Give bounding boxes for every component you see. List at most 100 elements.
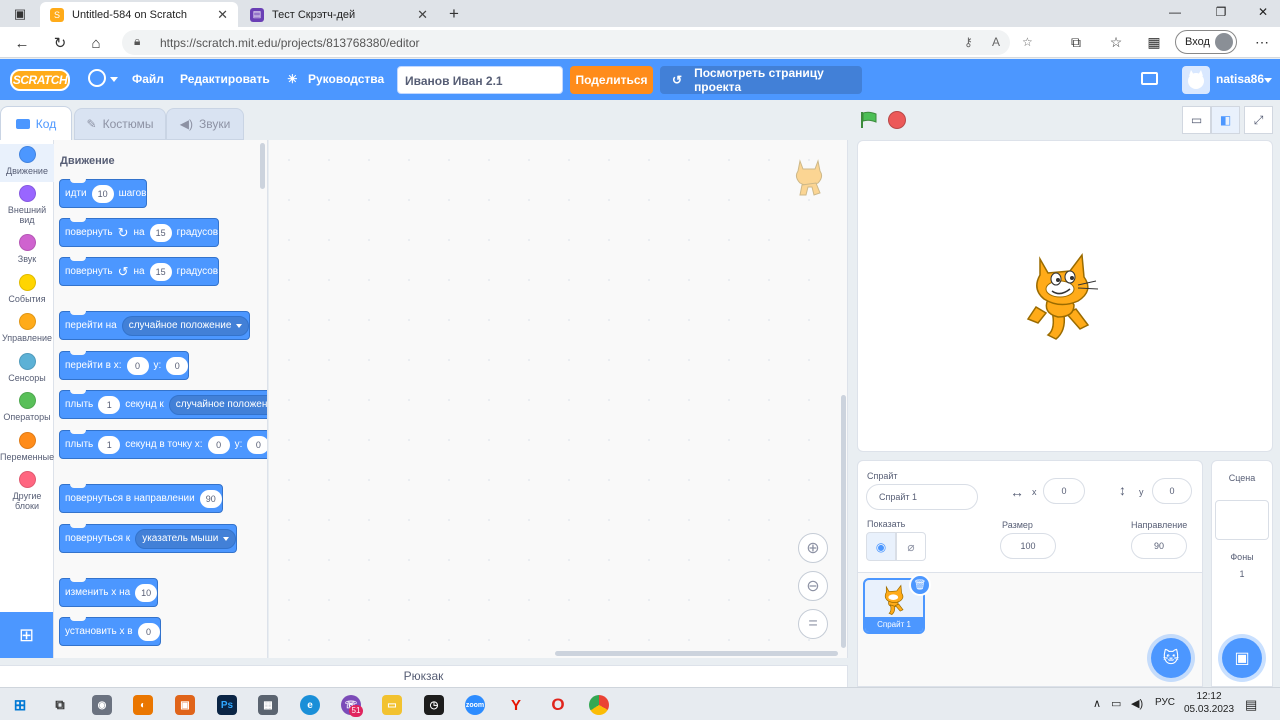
block-input[interactable]: 0 (247, 435, 267, 454)
script-area[interactable] (269, 140, 848, 658)
y-input[interactable]: 0 (1152, 478, 1192, 504)
size-input[interactable]: 100 (1000, 533, 1056, 559)
zoom-reset-button[interactable]: = (798, 609, 828, 639)
back-icon[interactable]: ← (12, 33, 32, 53)
category-control[interactable]: Управление (0, 313, 54, 343)
zoom-app-icon[interactable]: zoom (465, 695, 485, 715)
green-flag-icon[interactable] (860, 111, 878, 129)
tutorials-menu[interactable]: Руководства (308, 72, 384, 86)
block-input[interactable]: 0 (207, 435, 230, 454)
tutorials-icon[interactable]: ☀ (287, 72, 298, 86)
small-stage-button[interactable]: ▭ (1182, 106, 1211, 134)
language-globe-icon[interactable] (88, 69, 106, 87)
category-variables[interactable]: Переменные (0, 432, 54, 462)
key-icon[interactable]: ⚷ (964, 35, 973, 49)
project-title-input[interactable]: Иванов Иван 2.1 (397, 66, 563, 94)
favorite-add-icon[interactable]: ☆ (1022, 35, 1033, 49)
hide-sprite-button[interactable]: ⌀ (896, 532, 926, 561)
category-looks[interactable]: Внешний вид (0, 185, 54, 225)
browser-tab-scratch[interactable]: S Untitled-584 on Scratch ✕ (40, 2, 238, 27)
edge-browser-icon[interactable]: e (300, 695, 320, 715)
block-goto-xy[interactable]: перейти в x: 0 y: 0 (59, 351, 190, 380)
file-menu[interactable]: Файл (132, 72, 164, 86)
opera-icon[interactable]: O (548, 695, 568, 715)
yandex-browser-icon[interactable]: Y (506, 695, 526, 715)
backpack-bar[interactable]: Рюкзак (0, 665, 848, 687)
my-stuff-folder-icon[interactable] (1141, 72, 1158, 85)
file-explorer-icon[interactable]: ▭ (382, 695, 402, 715)
maximize-icon[interactable]: ❐ (1208, 5, 1234, 19)
close-window-icon[interactable]: ✕ (1250, 5, 1276, 19)
delete-sprite-icon[interactable]: 🗑︎ (909, 574, 931, 596)
block-move-steps[interactable]: идти 10 шагов (59, 179, 148, 208)
paint-app-icon[interactable]: ▣ (175, 695, 195, 715)
username[interactable]: natisa86 (1216, 72, 1264, 86)
photoshop-icon[interactable]: Ps (217, 695, 237, 715)
add-backdrop-button[interactable]: ▣ (1222, 638, 1262, 678)
block-goto[interactable]: перейти на случайное положение (59, 311, 251, 340)
edit-menu[interactable]: Редактировать (180, 72, 270, 86)
collections-icon[interactable]: ▦ (1144, 34, 1164, 51)
stop-icon[interactable] (888, 111, 906, 129)
signin-button[interactable]: Вход (1175, 30, 1237, 54)
blender-icon[interactable]: ◐ (133, 695, 153, 715)
block-input[interactable]: 10 (91, 184, 114, 203)
system-clock[interactable]: 12:12 05.03.2023 (1184, 690, 1234, 716)
category-operators[interactable]: Операторы (0, 392, 54, 422)
close-tab-icon[interactable]: ✕ (417, 7, 428, 23)
close-tab-icon[interactable]: ✕ (217, 7, 228, 23)
windows-start-icon[interactable]: ⊞ (10, 695, 30, 715)
volume-icon[interactable]: ◀) (1131, 697, 1143, 710)
block-input[interactable]: 10 (135, 583, 158, 602)
minimize-icon[interactable]: — (1162, 5, 1188, 19)
see-project-page-button[interactable]: ↺ Посмотреть страницу проекта (660, 66, 862, 94)
block-input[interactable]: 1 (98, 435, 121, 454)
block-input[interactable]: 0 (137, 622, 160, 641)
palette-scrollbar[interactable] (260, 143, 265, 189)
task-view-icon[interactable]: ⧉ (50, 695, 70, 715)
zoom-in-button[interactable]: ⊕ (798, 533, 828, 563)
block-input[interactable]: 1 (98, 395, 121, 414)
input-language[interactable]: РУС (1155, 697, 1175, 708)
read-aloud-icon[interactable]: A (992, 35, 1000, 49)
show-sprite-button[interactable]: ◉ (866, 532, 896, 561)
share-button[interactable]: Поделиться (570, 66, 653, 94)
script-vertical-scrollbar[interactable] (841, 395, 846, 648)
chevron-down-icon[interactable] (1264, 78, 1272, 83)
battery-icon[interactable]: ▭ (1111, 697, 1121, 710)
block-input[interactable]: 90 (199, 489, 222, 508)
browser-tab-test[interactable]: ▤ Тест Скрэтч-дей ✕ (240, 2, 438, 27)
block-set-x[interactable]: установить х в 0 (59, 617, 161, 646)
tab-sounds[interactable]: ◀) Звуки (166, 108, 244, 140)
add-extension-button[interactable]: ⊞ (0, 612, 53, 658)
home-icon[interactable]: ⌂ (86, 33, 106, 53)
block-input[interactable]: 0 (166, 356, 189, 375)
block-input[interactable]: 0 (126, 356, 149, 375)
block-glide-xy[interactable]: плыть 1 секунд в точку x: 0 y: 0 (59, 430, 267, 459)
extensions-icon[interactable]: ⧉ (1066, 34, 1086, 51)
user-avatar[interactable] (1182, 66, 1210, 94)
zoom-out-button[interactable]: ⊖ (798, 571, 828, 601)
add-sprite-button[interactable]: 🐱︎ (1151, 638, 1191, 678)
new-tab-icon[interactable]: + (444, 4, 464, 24)
fullscreen-button[interactable]: ⤢ (1244, 106, 1273, 134)
block-change-x[interactable]: изменить х на 10 (59, 578, 159, 607)
block-glide[interactable]: плыть 1 секунд к случайное положение (59, 390, 267, 419)
block-input[interactable]: 15 (149, 223, 172, 242)
reload-icon[interactable]: ↻ (50, 33, 70, 53)
block-dropdown[interactable]: случайное положение (168, 394, 267, 415)
category-sound[interactable]: Звук (0, 234, 54, 264)
tab-actions-icon[interactable]: ▣ (10, 4, 30, 24)
favorites-icon[interactable]: ☆ (1106, 34, 1126, 51)
x-input[interactable]: 0 (1043, 478, 1085, 504)
block-dropdown[interactable]: указатель мыши (135, 528, 237, 549)
stage-canvas[interactable] (857, 140, 1273, 452)
script-horizontal-scrollbar[interactable] (555, 651, 838, 656)
url-field[interactable]: 🔒︎ https://scratch.mit.edu/projects/8137… (122, 30, 1033, 55)
block-input[interactable]: 15 (149, 262, 172, 281)
calculator-icon[interactable]: ▦ (258, 695, 278, 715)
cat-sprite[interactable] (1022, 251, 1108, 343)
chrome-icon[interactable] (589, 695, 609, 715)
more-menu-icon[interactable]: ⋯ (1252, 34, 1272, 51)
block-point-towards[interactable]: повернуться к указатель мыши (59, 524, 238, 553)
